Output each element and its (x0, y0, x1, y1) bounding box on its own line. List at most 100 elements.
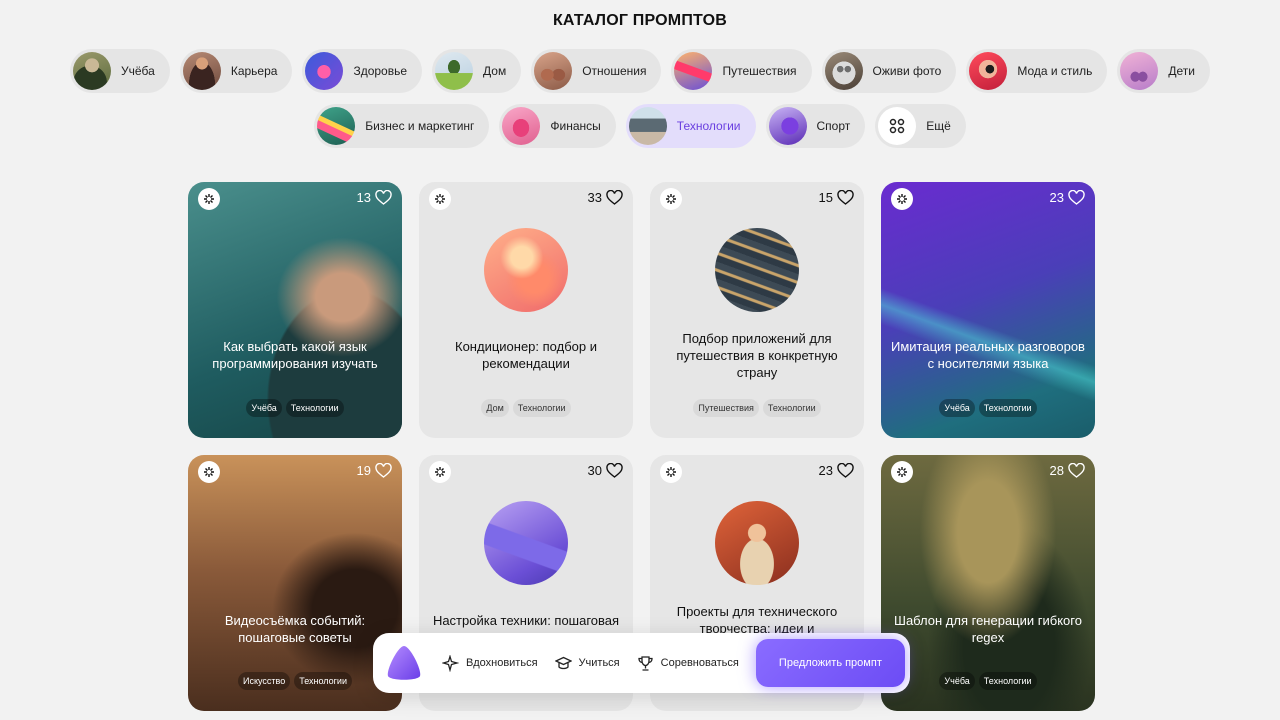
prompt-card[interactable]: 23 Имитация реальных разговоров с носите… (881, 182, 1095, 438)
heart-icon (1068, 190, 1085, 205)
nav-learn[interactable]: Учиться (554, 655, 620, 672)
animate-photo-thumb (824, 52, 863, 90)
prompt-card-grid: 13 Как выбрать какой язык программирован… (188, 182, 1095, 711)
tag[interactable]: Технологии (978, 672, 1037, 690)
bottom-bar: Вдохновиться Учиться Соревноваться Предл… (373, 633, 910, 693)
likes-count: 23 (818, 463, 833, 478)
prompt-card[interactable]: 15 Подбор приложений для путешествия в к… (650, 182, 864, 438)
tech-thumb (628, 107, 667, 145)
likes-count: 23 (1049, 190, 1064, 205)
category-chip-fashion[interactable]: Мода и стиль (966, 49, 1108, 93)
home-thumb (435, 52, 474, 90)
tag[interactable]: Технологии (294, 672, 352, 690)
category-chip-sport[interactable]: Спорт (765, 104, 866, 148)
card-tags: Искусство Технологии (188, 672, 402, 690)
sparkle-icon (429, 461, 451, 483)
tag[interactable]: Учёба (939, 672, 975, 690)
category-chip-more[interactable]: Ещё (875, 104, 966, 148)
tag[interactable]: Технологии (512, 399, 571, 417)
health-thumb (305, 52, 344, 90)
category-label: Финансы (550, 119, 601, 133)
category-chip-travel[interactable]: Путешествия (671, 49, 812, 93)
card-likes[interactable]: 23 (819, 463, 854, 478)
career-thumb (182, 52, 221, 90)
category-label: Дом (483, 64, 507, 78)
card-title: Видеосъёмка событий: пошаговые советы (224, 613, 366, 645)
category-chip-career[interactable]: Карьера (179, 49, 293, 93)
sparkle-icon (891, 188, 913, 210)
category-label: Здоровье (353, 64, 408, 78)
category-chip-study[interactable]: Учёба (70, 49, 170, 93)
sport-thumb (768, 107, 807, 145)
card-likes[interactable]: 15 (819, 190, 854, 205)
finance-thumb (502, 107, 541, 145)
category-chip-animate-photo[interactable]: Оживи фото (821, 49, 957, 93)
tag[interactable]: Путешествия (693, 399, 759, 417)
category-chip-health[interactable]: Здоровье (302, 49, 423, 93)
relationships-thumb (534, 52, 573, 90)
prompt-card[interactable]: 19 Видеосъёмка событий: пошаговые советы… (188, 455, 402, 711)
nav-inspire[interactable]: Вдохновиться (442, 654, 538, 672)
likes-count: 15 (818, 190, 833, 205)
card-likes[interactable]: 28 (1050, 463, 1085, 478)
category-chip-business[interactable]: Бизнес и маркетинг (314, 104, 490, 148)
kids-thumb (1120, 52, 1159, 90)
sparkle-icon (660, 461, 682, 483)
heart-icon (1068, 463, 1085, 478)
category-chip-relationships[interactable]: Отношения (531, 49, 662, 93)
likes-count: 33 (587, 190, 602, 205)
likes-count: 19 (356, 463, 371, 478)
heart-icon (375, 463, 392, 478)
category-row-2: Бизнес и маркетинг Финансы Технологии Сп… (0, 104, 1280, 148)
category-chip-kids[interactable]: Дети (1117, 49, 1210, 93)
travel-thumb (674, 52, 713, 90)
alice-logo-icon[interactable] (384, 643, 424, 683)
prompt-card[interactable]: 33 Кондиционер: подбор и рекомендации До… (419, 182, 633, 438)
card-likes[interactable]: 19 (357, 463, 392, 478)
sparkle-icon (891, 461, 913, 483)
heart-icon (837, 463, 854, 478)
heart-icon (606, 463, 623, 478)
card-image (484, 228, 568, 312)
likes-count: 30 (587, 463, 602, 478)
category-label: Учёба (121, 64, 155, 78)
card-likes[interactable]: 33 (588, 190, 623, 205)
nav-learn-label: Учиться (578, 657, 620, 669)
graduation-cap-icon (554, 656, 572, 669)
card-likes[interactable]: 13 (357, 190, 392, 205)
page-title: КАТАЛОГ ПРОМПТОВ (552, 12, 728, 29)
tag[interactable]: Технологии (978, 399, 1037, 417)
grid-icon (878, 107, 917, 145)
tag[interactable]: Технологии (285, 399, 344, 417)
nav-compete[interactable]: Соревноваться (637, 655, 739, 672)
prompt-card[interactable]: 28 Шаблон для генерации гибкого regex Уч… (881, 455, 1095, 711)
likes-count: 28 (1049, 463, 1064, 478)
card-title: Как выбрать какой язык программирования … (212, 339, 378, 371)
tag[interactable]: Искусство (238, 672, 291, 690)
sparkle-icon (198, 461, 220, 483)
card-tags: Учёба Технологии (881, 399, 1095, 417)
category-chip-home[interactable]: Дом (432, 49, 522, 93)
tag[interactable]: Дом (481, 399, 509, 417)
business-thumb (317, 107, 356, 145)
card-likes[interactable]: 23 (1050, 190, 1085, 205)
category-label: Карьера (230, 64, 278, 78)
category-label: Спорт (816, 119, 851, 133)
prompt-card[interactable]: 13 Как выбрать какой язык программирован… (188, 182, 402, 438)
category-row-1: Учёба Карьера Здоровье Дом Отношения Пут… (0, 49, 1280, 93)
category-label: Бизнес и маркетинг (365, 119, 475, 133)
card-image (484, 501, 568, 585)
fashion-thumb (969, 52, 1008, 90)
category-label: Технологии (676, 119, 741, 133)
tag[interactable]: Учёба (939, 399, 975, 417)
sparkle-icon (660, 188, 682, 210)
sparkle-icon (198, 188, 220, 210)
card-likes[interactable]: 30 (588, 463, 623, 478)
card-title: Кондиционер: подбор и рекомендации (455, 339, 597, 371)
tag[interactable]: Учёба (246, 399, 282, 417)
category-chip-tech[interactable]: Технологии (625, 104, 756, 148)
suggest-prompt-button[interactable]: Предложить промпт (755, 639, 905, 687)
tag[interactable]: Технологии (762, 399, 821, 417)
card-title: Имитация реальных разговоров с носителям… (891, 339, 1085, 371)
category-chip-finance[interactable]: Финансы (499, 104, 616, 148)
